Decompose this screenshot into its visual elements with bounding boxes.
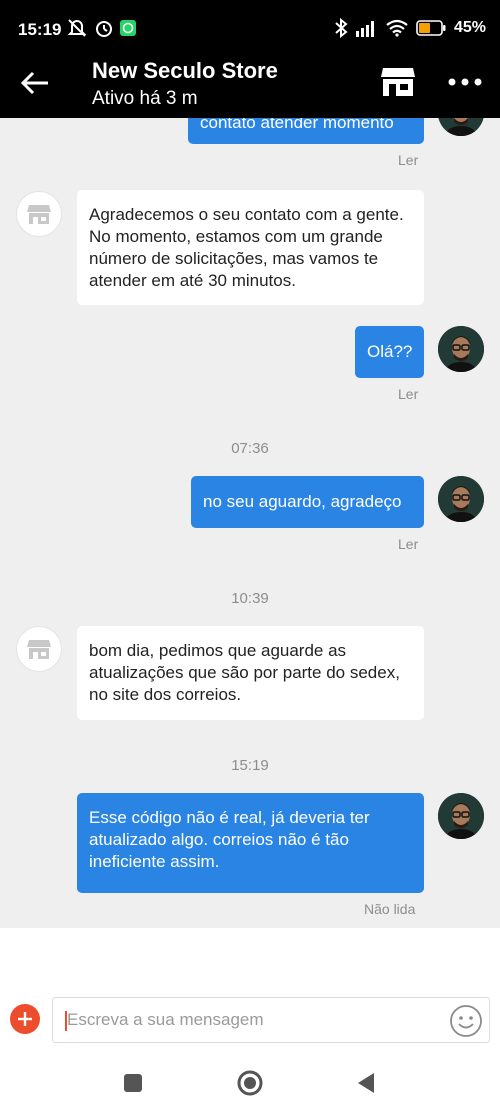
read-status: Ler — [398, 386, 419, 402]
back-icon[interactable] — [352, 1068, 382, 1098]
message-bubble-outgoing[interactable]: no seu aguardo, agradeço — [191, 476, 424, 528]
store-icon[interactable] — [380, 66, 416, 98]
muted-notifications-icon — [67, 19, 87, 37]
store-avatar[interactable] — [16, 626, 62, 672]
person-icon — [438, 476, 484, 522]
whatsapp-icon — [120, 20, 136, 36]
signal-icon — [355, 21, 374, 37]
message-bubble-incoming[interactable]: bom dia, pedimos que aguarde as atualiza… — [77, 626, 424, 720]
recent-apps-icon[interactable] — [118, 1068, 148, 1098]
time-separator: 15:19 — [231, 757, 269, 774]
home-icon[interactable] — [235, 1068, 265, 1098]
add-attachment-button[interactable] — [10, 1004, 40, 1034]
system-nav-bar — [0, 1056, 500, 1111]
plus-icon — [18, 1012, 32, 1026]
read-status: Ler — [398, 536, 419, 552]
message-bubble-incoming[interactable]: Agradecemos o seu contato com a gente. N… — [77, 190, 424, 305]
back-arrow-icon[interactable] — [20, 70, 52, 96]
chat-title: New Seculo Store — [92, 58, 278, 83]
message-bubble-outgoing[interactable]: contato atender momento — [188, 118, 424, 144]
more-icon[interactable] — [445, 68, 485, 96]
emoji-icon[interactable] — [449, 1004, 483, 1038]
user-avatar[interactable] — [438, 476, 484, 522]
chat-header: New Seculo Store Ativo há 3 m — [0, 58, 500, 118]
battery-icon — [416, 20, 446, 36]
time-separator: 07:36 — [231, 440, 269, 457]
user-avatar[interactable] — [438, 793, 484, 839]
composer — [0, 928, 500, 1056]
chat-status: Ativo há 3 m — [92, 88, 198, 109]
wifi-icon — [386, 19, 408, 37]
store-avatar[interactable] — [16, 191, 62, 237]
person-icon — [438, 118, 484, 136]
person-icon — [438, 793, 484, 839]
status-bar: 15:19 45% — [0, 0, 500, 58]
message-input-box[interactable] — [52, 997, 490, 1043]
person-icon — [438, 326, 484, 372]
status-time: 15:19 — [18, 20, 62, 39]
bluetooth-icon — [335, 18, 348, 38]
read-status: Ler — [398, 152, 419, 168]
battery-level: 45% — [453, 19, 486, 36]
message-list[interactable]: contato atender momento Ler Agradecemos … — [0, 118, 500, 928]
user-avatar[interactable] — [438, 118, 484, 136]
message-bubble-outgoing[interactable]: Olá?? — [355, 326, 424, 378]
time-separator: 10:39 — [231, 590, 269, 607]
read-status: Não lida — [364, 901, 416, 917]
alarm-icon — [96, 21, 112, 37]
user-avatar[interactable] — [438, 326, 484, 372]
message-bubble-outgoing[interactable]: Esse código não é real, já deveria ter a… — [77, 793, 424, 893]
store-icon — [27, 640, 51, 659]
message-input[interactable] — [67, 998, 437, 1042]
store-icon — [27, 205, 51, 224]
